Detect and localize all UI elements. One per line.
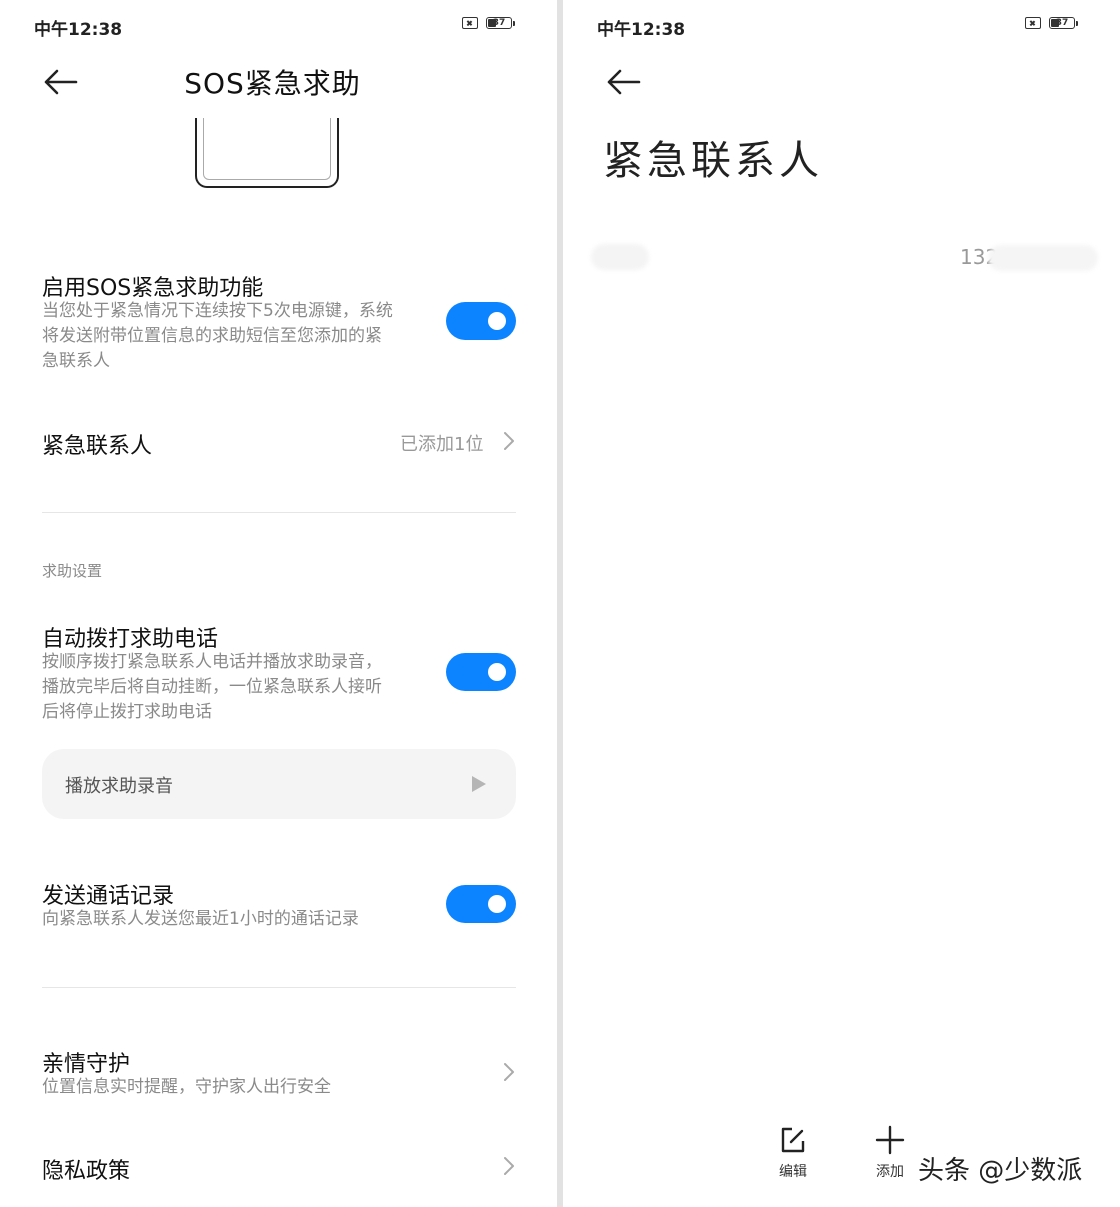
status-time: 中午12:38 — [597, 20, 686, 40]
battery-level: 37 — [1055, 18, 1069, 28]
section-label-help-settings: 求助设置 — [42, 562, 103, 580]
no-sim-icon — [462, 17, 478, 29]
edit-button[interactable]: 编辑 — [763, 1125, 823, 1181]
plus-icon — [875, 1125, 905, 1155]
add-button[interactable]: 添加 — [860, 1125, 920, 1181]
sos-enable-title: 启用SOS紧急求助功能 — [42, 276, 264, 301]
auto-call-desc-2: 播放完毕后将自动挂断，一位紧急联系人接听 — [42, 677, 382, 697]
add-label: 添加 — [876, 1164, 904, 1180]
phone-illustration — [195, 118, 339, 188]
sos-enable-toggle[interactable] — [446, 302, 516, 340]
emergency-contacts-screen: 中午12:38 37 紧急联系人 132 编辑 添加 头条 @少数派 — [563, 0, 1120, 1207]
chevron-right-icon — [503, 431, 515, 451]
family-guard-title[interactable]: 亲情守护 — [42, 1046, 130, 1078]
sos-enable-desc-1: 当您处于紧急情况下连续按下5次电源键，系统 — [42, 301, 393, 321]
auto-call-title: 自动拨打求助电话 — [42, 627, 219, 652]
family-guard-desc: 位置信息实时提醒，守护家人出行安全 — [42, 1077, 331, 1097]
privacy-policy-title[interactable]: 隐私政策 — [42, 1153, 130, 1185]
play-recording-button[interactable]: 播放求助录音 — [42, 749, 516, 819]
sos-enable-desc-2: 将发送附带位置信息的求助短信至您添加的紧 — [42, 326, 382, 346]
emergency-contacts-count: 已添加1位 — [400, 434, 484, 455]
page-title: SOS紧急求助 — [184, 67, 361, 100]
send-call-log-desc: 向紧急联系人发送您最近1小时的通话记录 — [42, 909, 359, 929]
sos-settings-screen: 中午12:38 37 SOS紧急求助 启用SOS紧急求助功能 当您处于紧急情况下… — [0, 0, 557, 1207]
emergency-contacts-title[interactable]: 紧急联系人 — [42, 428, 152, 460]
edit-icon — [781, 1127, 805, 1153]
sos-enable-desc-3: 急联系人 — [42, 351, 110, 371]
divider — [42, 987, 516, 988]
status-time: 中午12:38 — [34, 20, 123, 40]
edit-label: 编辑 — [779, 1164, 807, 1180]
auto-call-desc-1: 按顺序拨打紧急联系人电话并播放求助录音， — [42, 652, 382, 672]
no-sim-icon — [1025, 17, 1041, 29]
auto-call-toggle[interactable] — [446, 653, 516, 691]
battery-level: 37 — [492, 18, 506, 28]
contact-phone-redacted — [988, 245, 1098, 271]
status-icons: 37 — [1025, 17, 1078, 29]
divider — [42, 512, 516, 513]
battery-icon: 37 — [486, 17, 515, 29]
contact-name-redacted[interactable] — [591, 244, 649, 270]
chevron-right-icon — [503, 1156, 515, 1176]
send-call-log-title: 发送通话记录 — [42, 884, 175, 909]
page-title: 紧急联系人 — [603, 138, 823, 184]
battery-icon: 37 — [1049, 17, 1078, 29]
back-arrow-icon[interactable] — [605, 64, 645, 100]
send-call-log-toggle[interactable] — [446, 885, 516, 923]
chevron-right-icon — [503, 1062, 515, 1082]
play-recording-label: 播放求助录音 — [65, 776, 173, 797]
watermark: 头条 @少数派 — [918, 1156, 1083, 1186]
status-icons: 37 — [462, 17, 515, 29]
auto-call-desc-3: 后将停止拨打求助电话 — [42, 702, 212, 722]
play-icon — [472, 776, 486, 792]
